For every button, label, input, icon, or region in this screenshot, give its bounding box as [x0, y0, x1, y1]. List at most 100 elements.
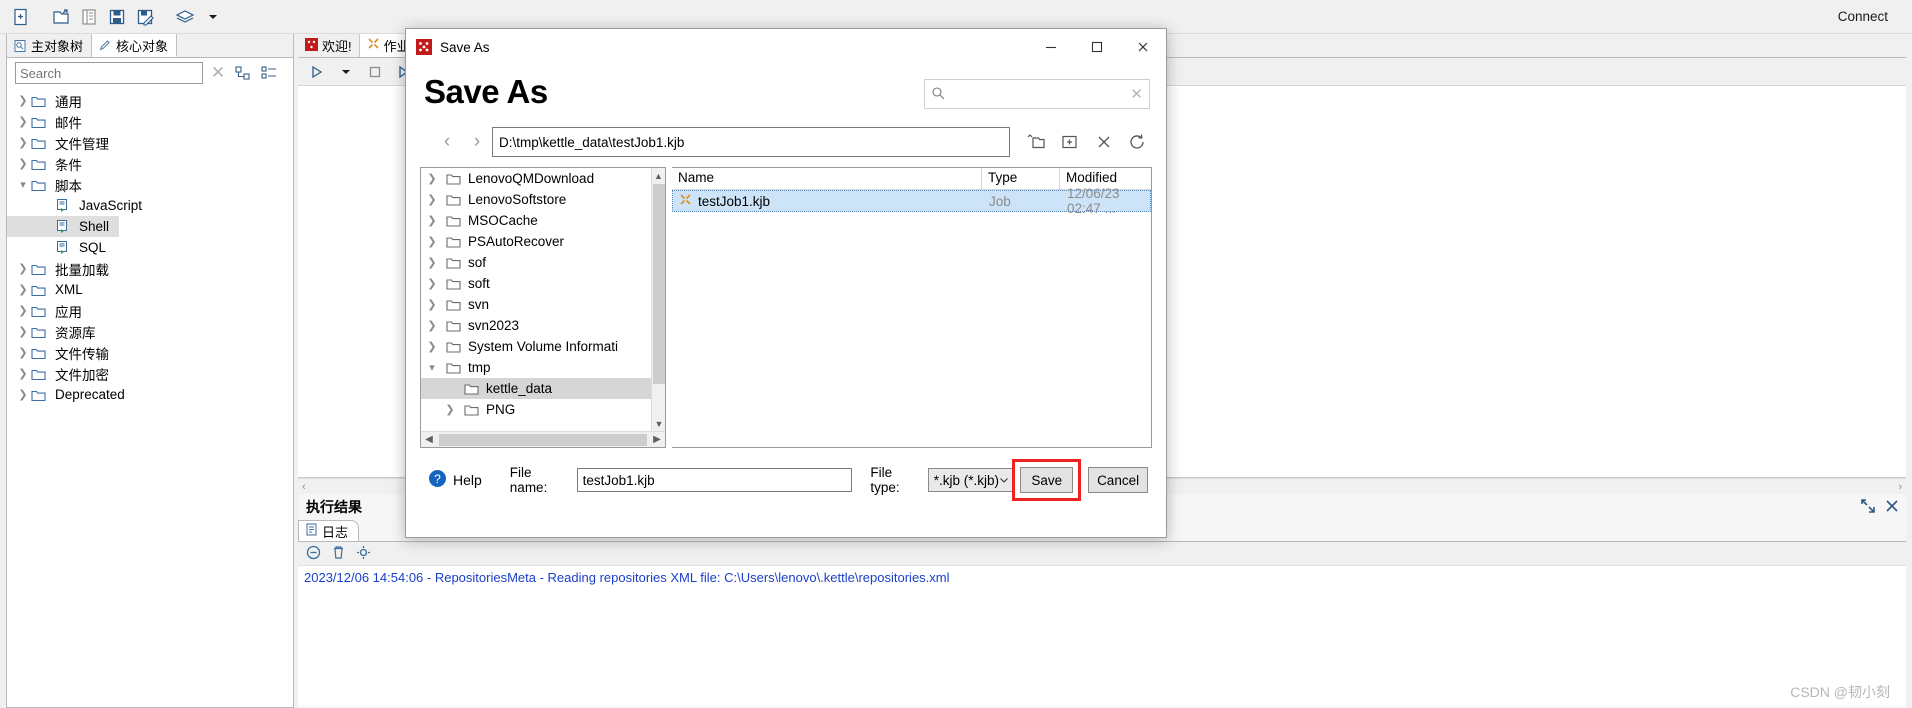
chevron-right-icon[interactable]: ❯ [15, 157, 31, 170]
path-input[interactable] [492, 127, 1010, 157]
folder-tree-item[interactable]: ❯ MSOCache [421, 210, 651, 231]
minimize-button[interactable] [1028, 29, 1074, 65]
chevron-right-icon[interactable]: ❯ [421, 214, 443, 227]
save-icon[interactable] [104, 4, 130, 30]
sidebar-tree-item[interactable]: ❯ Deprecated [7, 384, 293, 405]
scroll-left-icon[interactable]: ◀ [421, 434, 437, 445]
dialog-search-input[interactable] [945, 86, 1131, 102]
folder-tree-horizontal-scrollbar[interactable]: ◀ ▶ [421, 431, 665, 447]
sidebar-tree-item[interactable]: ❯ 资源库 [7, 321, 293, 342]
dialog-search-box[interactable]: ✕ [924, 79, 1150, 109]
forward-button[interactable]: › [462, 131, 492, 153]
chevron-right-icon[interactable]: ❯ [15, 115, 31, 128]
back-button[interactable]: ‹ [432, 131, 462, 153]
file-list-pane[interactable]: Name Type Modified testJob1.kjb Job 12/0… [672, 167, 1152, 448]
sidebar-tree-item[interactable]: ❯ 文件传输 [7, 342, 293, 363]
clear-search-icon[interactable]: ✕ [209, 64, 227, 82]
column-header-type[interactable]: Type [982, 168, 1060, 189]
folder-tree-item[interactable]: ❯ soft [421, 273, 651, 294]
folder-tree-pane[interactable]: ❯ LenovoQMDownload ❯ LenovoSoftstore ❯ MSOCac… [420, 167, 666, 448]
close-button[interactable] [1120, 29, 1166, 65]
table-row[interactable]: testJob1.kjb Job 12/06/23 02:47 ... [672, 186, 1151, 216]
chevron-right-icon[interactable]: ❯ [15, 262, 31, 275]
chevron-down-icon[interactable] [333, 59, 359, 85]
sidebar-tree-item[interactable]: ▾ 脚本 [7, 174, 293, 195]
search-input[interactable] [15, 62, 203, 84]
maximize-button[interactable] [1074, 29, 1120, 65]
chevron-right-icon[interactable]: ❯ [439, 403, 461, 416]
chevron-right-icon[interactable]: ❯ [15, 346, 31, 359]
chevron-right-icon[interactable]: ❯ [421, 298, 443, 311]
sidebar-tree-item[interactable]: ❯ 文件管理 [7, 132, 293, 153]
chevron-right-icon[interactable]: ❯ [421, 340, 443, 353]
chevron-down-icon[interactable]: ▾ [15, 178, 31, 191]
tab-main-object-tree[interactable]: 主对象树 [7, 34, 93, 57]
open-file-icon[interactable] [48, 4, 74, 30]
folder-tree-item[interactable]: ▾ tmp [421, 357, 651, 378]
vertical-scroll-thumb[interactable] [653, 184, 665, 384]
maximize-icon[interactable] [1860, 498, 1876, 517]
tab-log[interactable]: 日志 [298, 520, 360, 541]
minus-icon[interactable] [306, 545, 321, 563]
folder-tree-item[interactable]: kettle_data [421, 378, 651, 399]
folder-tree-vertical-scrollbar[interactable]: ▲ ▼ [651, 168, 665, 431]
sidebar-tree-item[interactable]: SQL [7, 237, 293, 258]
layers-icon[interactable] [172, 4, 198, 30]
chevron-right-icon[interactable]: ❯ [15, 94, 31, 107]
new-folder-icon[interactable] [1056, 129, 1084, 155]
sidebar-tree-item[interactable]: Shell [7, 216, 120, 237]
chevron-right-icon[interactable]: ❯ [15, 325, 31, 338]
sidebar-tree-item[interactable]: ❯ 应用 [7, 300, 293, 321]
chevron-right-icon[interactable]: ❯ [15, 304, 31, 317]
sidebar-tree-item[interactable]: ❯ 通用 [7, 90, 293, 111]
delete-icon[interactable] [1090, 129, 1118, 155]
folder-tree-item[interactable]: ❯ System Volume Informati [421, 336, 651, 357]
horizontal-scroll-thumb[interactable] [439, 433, 647, 446]
sidebar-tree-item[interactable]: ❯ 批量加载 [7, 258, 293, 279]
chevron-right-icon[interactable]: ❯ [421, 277, 443, 290]
stop-icon[interactable] [362, 59, 388, 85]
help-button[interactable]: ? Help [428, 469, 482, 491]
filename-input[interactable] [576, 468, 853, 492]
scroll-right-icon[interactable]: ▶ [649, 434, 665, 445]
chevron-right-icon[interactable]: ❯ [421, 235, 443, 248]
new-file-icon[interactable] [8, 4, 34, 30]
save-as-icon[interactable] [132, 4, 158, 30]
chevron-right-icon[interactable]: ❯ [421, 256, 443, 269]
scroll-left-icon[interactable]: ‹ [302, 481, 306, 493]
folder-tree-item[interactable]: ❯ LenovoSoftstore [421, 189, 651, 210]
refresh-icon[interactable] [1124, 129, 1152, 155]
sidebar-tree-item[interactable]: ❯ 文件加密 [7, 363, 293, 384]
clear-icon[interactable]: ✕ [1130, 85, 1143, 103]
chevron-right-icon[interactable]: ❯ [15, 283, 31, 296]
folder-tree-item[interactable]: ❯ LenovoQMDownload [421, 168, 651, 189]
scroll-right-icon[interactable]: › [1898, 481, 1902, 493]
chevron-right-icon[interactable]: ❯ [15, 136, 31, 149]
chevron-right-icon[interactable]: ❯ [15, 388, 31, 401]
sidebar-tree-item[interactable]: ❯ XML [7, 279, 293, 300]
sidebar-tree-item[interactable]: ❯ 条件 [7, 153, 293, 174]
collapse-all-icon[interactable] [233, 64, 253, 82]
scroll-down-icon[interactable]: ▼ [652, 416, 665, 431]
close-icon[interactable] [1884, 498, 1900, 517]
chevron-right-icon[interactable]: ❯ [421, 319, 443, 332]
tab-core-objects[interactable]: 核心对象 [92, 34, 178, 57]
run-icon[interactable] [304, 59, 330, 85]
tab-welcome[interactable]: 欢迎! [298, 34, 360, 57]
expand-all-icon[interactable] [259, 64, 279, 82]
cancel-button[interactable]: Cancel [1088, 467, 1148, 493]
log-body[interactable]: 2023/12/06 14:54:06 - RepositoriesMeta -… [298, 566, 1906, 706]
chevron-right-icon[interactable]: ❯ [421, 172, 443, 185]
folder-tree-item[interactable]: ❯ svn [421, 294, 651, 315]
folder-tree-item[interactable]: ❯ svn2023 [421, 315, 651, 336]
core-objects-tree[interactable]: ❯ 通用 ❯ 邮件 ❯ 文件管理 ❯ 条件 ▾ 脚本 JavaScript Shell SQL ❯ 批量加载… [7, 88, 293, 700]
trash-icon[interactable] [331, 545, 346, 563]
scroll-up-icon[interactable]: ▲ [652, 168, 665, 183]
chevron-down-icon[interactable]: ▾ [421, 361, 443, 374]
filetype-select[interactable]: *.kjb (*.kjb) [927, 468, 1016, 492]
sidebar-tree-item[interactable]: JavaScript [7, 195, 293, 216]
explore-icon[interactable] [76, 4, 102, 30]
dialog-titlebar[interactable]: Save As [406, 29, 1166, 65]
folder-tree-item[interactable]: ❯ PSAutoRecover [421, 231, 651, 252]
up-folder-icon[interactable] [1022, 129, 1050, 155]
